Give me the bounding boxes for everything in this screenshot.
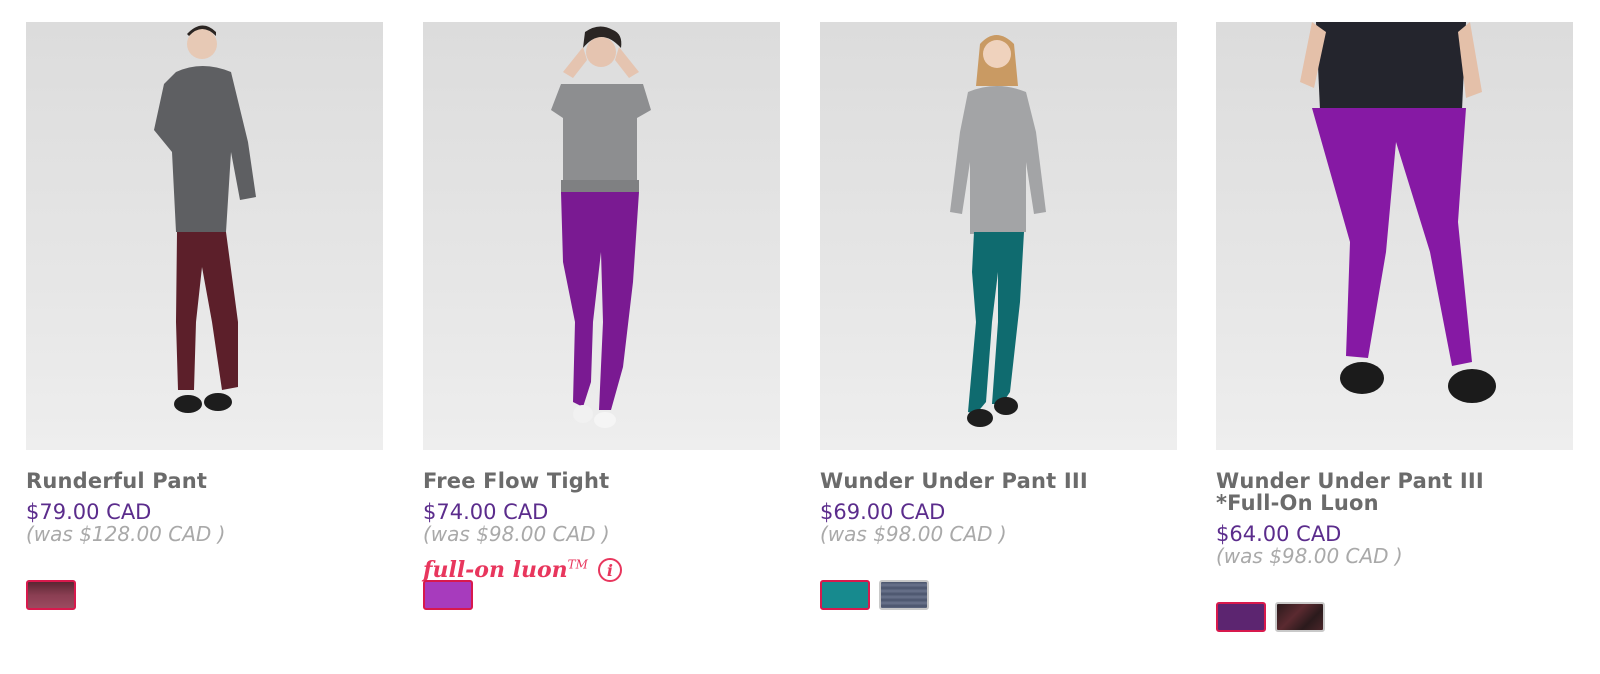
original-price: (was $128.00 CAD ) [26, 522, 226, 546]
model-illustration [154, 25, 256, 413]
color-swatches [423, 580, 473, 610]
product-name-line2: *Full-On Luon [1216, 491, 1379, 515]
product-name-line1: Wunder Under Pant III [1216, 469, 1484, 493]
original-price: (was $98.00 CAD ) [423, 522, 610, 546]
product-photo[interactable] [1216, 22, 1573, 450]
model-illustration [950, 35, 1046, 427]
original-price: (was $98.00 CAD ) [1216, 544, 1403, 568]
color-swatch[interactable] [879, 580, 929, 610]
color-swatches [26, 580, 76, 610]
product-name[interactable]: Free Flow Tight [423, 470, 780, 492]
color-swatch[interactable] [1275, 602, 1325, 632]
color-swatch[interactable] [423, 580, 473, 610]
product-name[interactable]: Runderful Pant [26, 470, 383, 492]
product-photo[interactable] [423, 22, 780, 450]
product-card[interactable]: Wunder Under Pant III *Full-On Luon $64.… [1216, 22, 1573, 632]
sale-price: $79.00 CAD [26, 500, 152, 524]
color-swatches [820, 580, 929, 610]
original-price: (was $98.00 CAD ) [820, 522, 1007, 546]
color-swatches [1216, 602, 1325, 632]
color-swatch[interactable] [820, 580, 870, 610]
product-name[interactable]: Wunder Under Pant III *Full-On Luon [1216, 470, 1573, 514]
product-card[interactable]: Wunder Under Pant III $69.00 CAD (was $9… [820, 22, 1177, 610]
product-photo[interactable] [820, 22, 1177, 450]
sale-price: $69.00 CAD [820, 500, 946, 524]
sale-price: $74.00 CAD [423, 500, 549, 524]
color-swatch[interactable] [26, 580, 76, 610]
product-card[interactable]: Free Flow Tight $74.00 CAD (was $98.00 C… [423, 22, 780, 610]
product-photo[interactable] [26, 22, 383, 450]
product-name[interactable]: Wunder Under Pant III [820, 470, 1177, 492]
model-illustration [551, 26, 651, 428]
info-icon[interactable]: i [597, 558, 622, 582]
sale-price: $64.00 CAD [1216, 522, 1342, 546]
model-illustration [1300, 22, 1496, 403]
full-on-luon-badge: full-on luonTM i [423, 557, 780, 583]
trademark: TM [567, 557, 588, 572]
product-card[interactable]: Runderful Pant $79.00 CAD (was $128.00 C… [26, 22, 383, 610]
product-grid: Runderful Pant $79.00 CAD (was $128.00 C… [26, 22, 1576, 662]
color-swatch[interactable] [1216, 602, 1266, 632]
